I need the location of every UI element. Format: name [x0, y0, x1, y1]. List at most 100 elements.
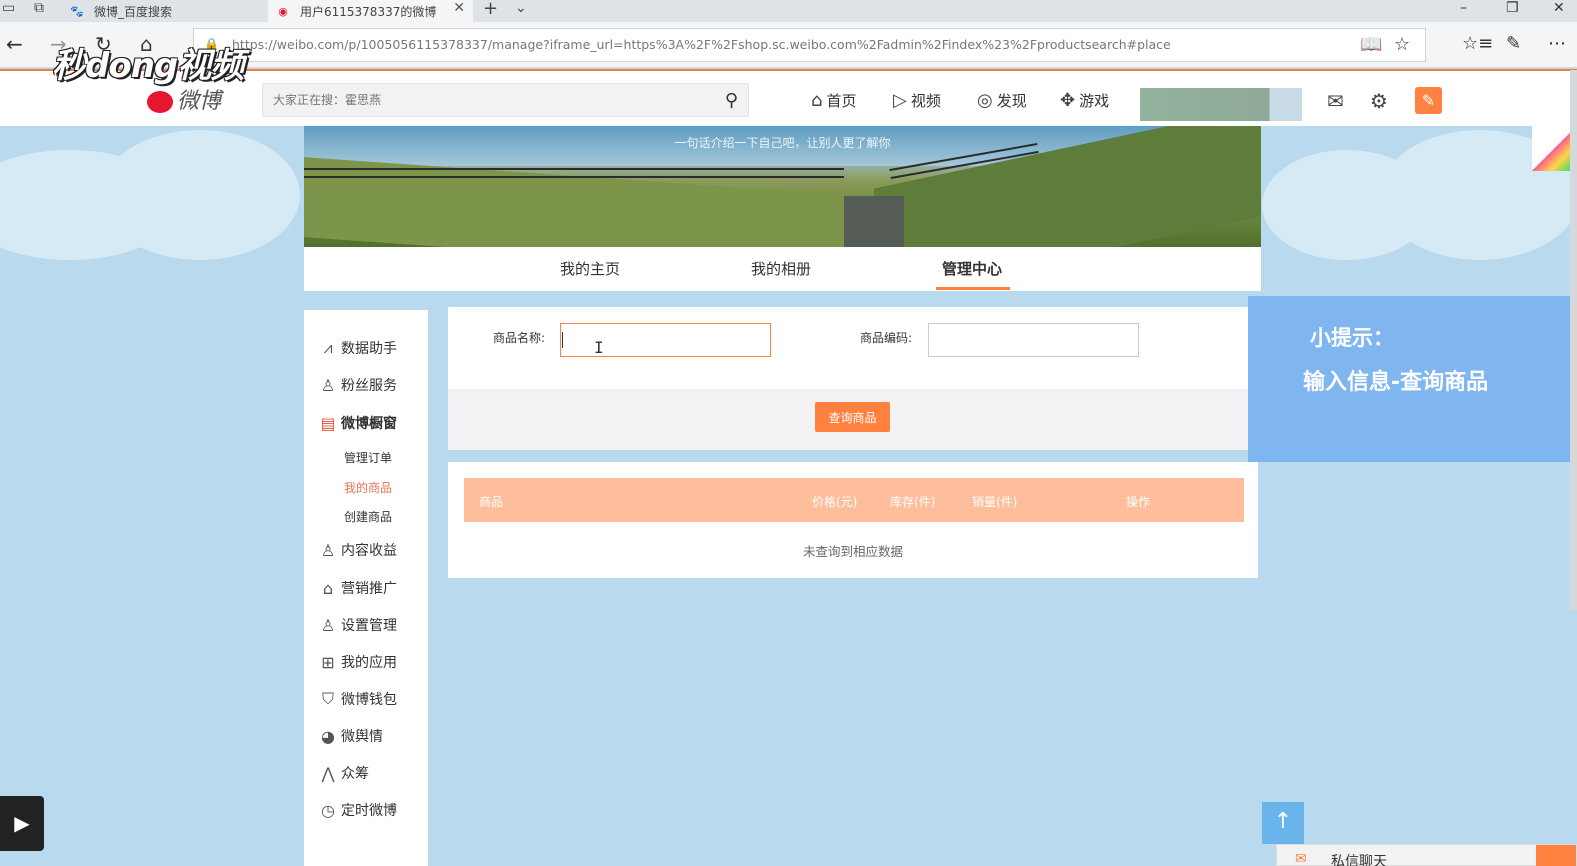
browser-tab-weibo[interactable]: ◉ 用户6115378337的微博 ✕ — [268, 0, 473, 22]
sidebar-item-my-apps[interactable]: ⊞ 我的应用 — [318, 652, 397, 672]
video-icon: ▷ — [893, 90, 907, 111]
sidebar-item-fan-service[interactable]: ♙ 粉丝服务 — [318, 375, 397, 395]
column-stock: 库存(件) — [890, 495, 936, 509]
tip-title: 小提示： — [1310, 326, 1394, 350]
set-aside-tabs-icon[interactable]: ⧉ — [34, 0, 44, 16]
sidebar-item-scheduled-post[interactable]: ◷ 定时微博 — [318, 800, 397, 820]
query-products-button[interactable]: 查询商品 — [815, 402, 890, 432]
user-gear-icon: ♙ — [320, 615, 336, 635]
profile-intro[interactable]: 一句话介绍一下自己吧，让别人更了解你 — [304, 134, 1261, 151]
favorites-list-icon[interactable]: ☆≡ — [1462, 33, 1493, 54]
sidebar-sub-create-product[interactable]: 创建商品 — [344, 508, 392, 525]
crowdfund-icon: ⋀ — [321, 763, 335, 783]
income-icon: ♙ — [320, 540, 336, 560]
product-code-input[interactable] — [928, 323, 1139, 357]
back-to-top-icon[interactable]: ↑ — [1262, 802, 1304, 844]
close-window-icon[interactable]: ✕ — [1553, 0, 1565, 16]
new-tab-icon[interactable]: + — [483, 0, 498, 19]
opinion-icon: ◕ — [321, 726, 335, 746]
sidebar-item-crowdfunding[interactable]: ⋀ 众筹 — [318, 763, 369, 783]
sidebar-item-content-income[interactable]: ♙ 内容收益 — [318, 540, 397, 560]
bag-icon: ⌂ — [322, 578, 334, 598]
management-sidebar: ⩘ 数据助手 ♙ 粉丝服务 ▤ 微博橱窗 管理订单 我的商品 创建商品 ♙ 内容收益 ⌂… — [304, 310, 428, 866]
cloud-decoration — [100, 130, 300, 260]
weibo-logo[interactable]: 微博 — [147, 83, 221, 115]
nav-discover[interactable]: ◎ 发现 — [977, 90, 1027, 111]
search-icon[interactable]: ⚲ — [725, 90, 738, 111]
back-icon[interactable]: ← — [6, 32, 23, 56]
sidebar-item-data-assistant[interactable]: ⩘ 数据助手 — [318, 338, 397, 358]
gamepad-icon: ✥ — [1060, 90, 1076, 111]
weibo-icon: ◉ — [278, 4, 288, 18]
reading-view-icon[interactable]: 📖 — [1360, 34, 1382, 55]
sidebar-item-wallet[interactable]: ⛉ 微博钱包 — [318, 689, 397, 709]
profile-cover: 一句话介绍一下自己吧，让别人更了解你 — [304, 126, 1261, 247]
chat-label: 私信聊天 — [1331, 854, 1387, 866]
minimize-icon[interactable]: – — [1460, 0, 1467, 16]
private-chat-bar[interactable]: ✉ 私信聊天 — [1276, 844, 1577, 866]
user-name-blurred[interactable] — [1140, 88, 1302, 121]
weibo-eye-icon — [147, 91, 173, 113]
column-actions: 操作 — [1126, 495, 1151, 509]
envelope-icon: ✉ — [1295, 851, 1307, 866]
product-search-form: 商品名称: 商品编码: 查询商品 — [448, 307, 1250, 450]
apps-icon: ⊞ — [321, 652, 335, 672]
watermark-logo: 秒dong视频 — [52, 46, 244, 86]
home-icon: ⌂ — [811, 90, 823, 111]
browser-tab-bar: ▭ ⧉ 🐾 微博_百度搜索 ◉ 用户6115378337的微博 ✕ + ⌄ – … — [0, 0, 1577, 22]
sidebar-item-weibo-showcase[interactable]: ▤ 微博橱窗 — [318, 413, 397, 433]
profile-tabs: 我的主页 我的相册 管理中心 — [304, 247, 1261, 291]
product-name-input[interactable] — [560, 323, 771, 357]
address-bar[interactable]: 🔒 https://weibo.com/p/1005056115378337/m… — [193, 28, 1426, 62]
sidebar-sub-my-products[interactable]: 我的商品 — [344, 479, 392, 496]
product-code-label: 商品编码: — [860, 331, 913, 345]
page-scrollbar[interactable] — [1570, 70, 1577, 610]
tab-my-album[interactable]: 我的相册 — [751, 258, 811, 279]
web-note-icon[interactable]: ✎ — [1506, 33, 1521, 54]
tab-actions-icon[interactable]: ▭ — [2, 0, 15, 16]
nav-video[interactable]: ▷ 视频 — [893, 90, 941, 111]
wallet-icon: ⛉ — [321, 689, 334, 708]
nav-games[interactable]: ✥ 游戏 — [1060, 90, 1109, 111]
fans-icon: ♙ — [320, 375, 336, 395]
favorite-star-icon[interactable]: ☆ — [1394, 34, 1410, 55]
tip-overlay: 小提示： 输入信息-查询商品 — [1248, 296, 1577, 462]
results-table-header: 商品 价格(元) 库存(件) 销量(件) 操作 — [464, 478, 1244, 522]
search-input[interactable] — [263, 84, 703, 116]
compass-icon: ◎ — [977, 90, 993, 111]
product-name-label: 商品名称: — [493, 331, 546, 345]
chat-expand-button[interactable] — [1536, 845, 1576, 866]
tab-management-center[interactable]: 管理中心 — [942, 258, 1002, 279]
close-tab-icon[interactable]: ✕ — [453, 0, 465, 16]
chart-icon: ⩘ — [323, 338, 333, 357]
mail-icon[interactable]: ✉ — [1327, 89, 1344, 113]
sidebar-item-public-opinion[interactable]: ◕ 微舆情 — [318, 726, 383, 746]
more-icon[interactable]: ⋯ — [1548, 33, 1566, 54]
column-sales: 销量(件) — [972, 495, 1018, 509]
product-results: 商品 价格(元) 库存(件) 销量(件) 操作 未查询到相应数据 — [448, 462, 1258, 578]
tip-text: 输入信息-查询商品 — [1303, 370, 1489, 395]
tab-title: 微博_百度搜索 — [94, 4, 173, 19]
text-caret — [562, 332, 563, 348]
video-play-icon[interactable]: ▶ — [0, 796, 44, 851]
empty-results-message: 未查询到相应数据 — [802, 544, 903, 559]
sidebar-item-marketing[interactable]: ⌂ 营销推广 — [318, 578, 397, 598]
maximize-icon[interactable]: ❐ — [1506, 0, 1519, 16]
shop-icon: ▤ — [320, 413, 336, 433]
active-tab-indicator — [936, 287, 1010, 290]
sidebar-sub-manage-orders[interactable]: 管理订单 — [344, 449, 392, 466]
nav-home[interactable]: ⌂ 首页 — [811, 90, 856, 111]
gear-icon[interactable]: ⚙ — [1370, 89, 1388, 113]
text-cursor-icon: I — [594, 338, 604, 357]
browser-tab-baidu[interactable]: 🐾 微博_百度搜索 — [62, 0, 262, 22]
tab-list-chevron-icon[interactable]: ⌄ — [515, 0, 527, 16]
column-price: 价格(元) — [812, 495, 858, 509]
tab-my-home[interactable]: 我的主页 — [560, 258, 620, 279]
column-product: 商品 — [479, 495, 504, 509]
tab-title: 用户6115378337的微博 — [300, 4, 437, 19]
compose-icon[interactable]: ✎ — [1415, 87, 1442, 114]
baidu-icon: 🐾 — [70, 4, 84, 18]
search-box: ⚲ — [262, 83, 749, 117]
timer-icon: ◷ — [321, 800, 335, 820]
sidebar-item-settings[interactable]: ♙ 设置管理 — [318, 615, 397, 635]
